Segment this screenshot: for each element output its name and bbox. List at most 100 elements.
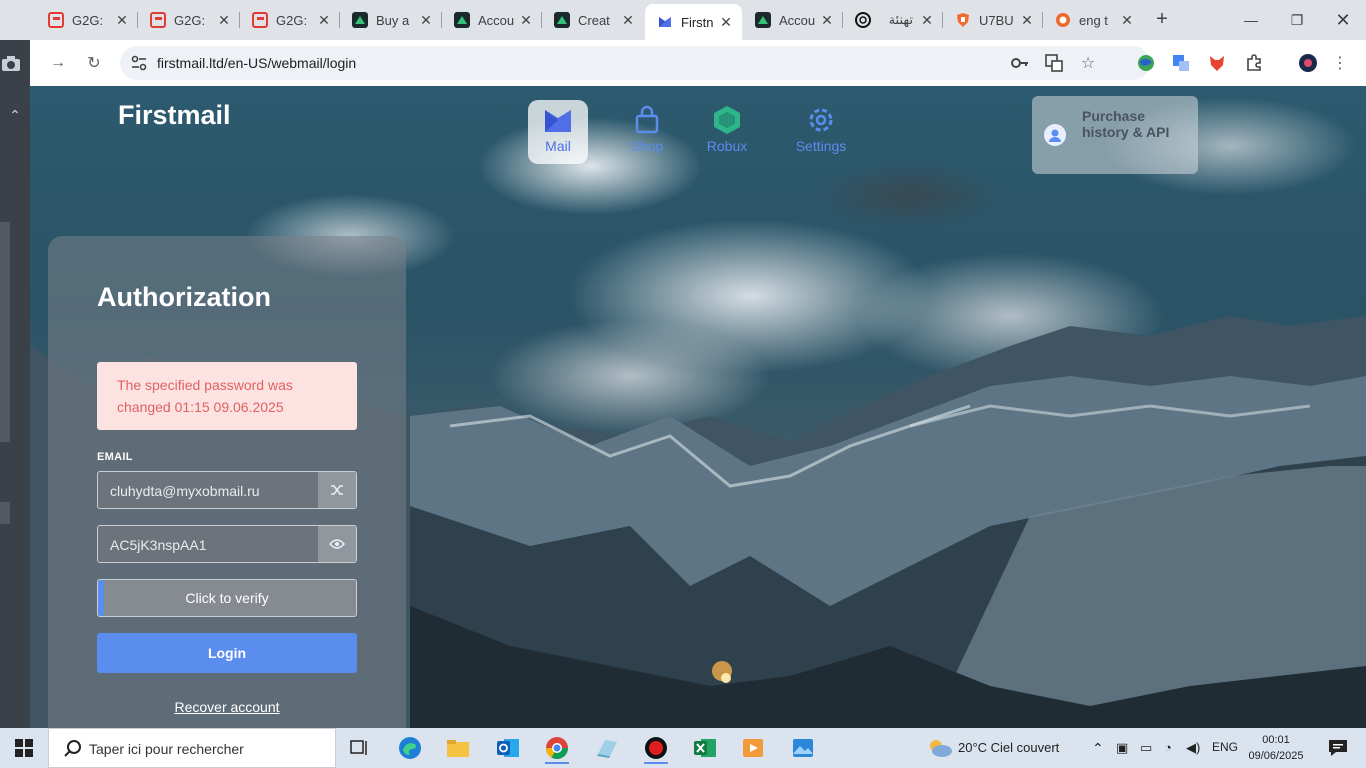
camera-icon <box>0 52 22 74</box>
translate-icon[interactable] <box>1044 53 1064 73</box>
tab-title: G2G: <box>174 12 206 28</box>
background-window-edge: ⌃ <box>0 40 30 728</box>
shield-icon <box>955 12 971 28</box>
nav-robux[interactable]: Robux <box>697 100 757 164</box>
nav-settings-label: Settings <box>795 138 847 154</box>
close-window-button[interactable]: ✕ <box>1320 0 1366 40</box>
eye-icon[interactable] <box>318 526 356 562</box>
clock-date: 09/06/2025 <box>1248 750 1304 762</box>
edge-icon[interactable] <box>390 732 430 764</box>
browser-tab[interactable]: G2G: ✕ <box>138 0 240 40</box>
purchase-history-button[interactable]: Purchase history & API <box>1032 96 1198 174</box>
browser-tab[interactable]: Accou ✕ <box>743 0 843 40</box>
browser-tab-strip: G2G: ✕ G2G: ✕ G2G: ✕ Buy a ✕ Accou ✕ Cre… <box>0 0 1366 40</box>
menu-icon[interactable]: ⋮ <box>1330 53 1350 73</box>
settings-icon <box>809 108 833 132</box>
video-player-icon[interactable] <box>733 732 773 764</box>
new-tab-button[interactable]: + <box>1150 8 1174 32</box>
email-value: cluhydta@myxobmail.ru <box>110 483 260 499</box>
nav-settings[interactable]: Settings <box>791 100 851 164</box>
firstmail-page: Firstmail Mail Shop Robux Settings Purch… <box>30 86 1366 728</box>
windows-start-button[interactable] <box>0 728 48 768</box>
email-label: EMAIL <box>97 451 133 463</box>
excel-icon[interactable] <box>685 732 725 764</box>
reload-icon[interactable]: ↻ <box>84 53 104 73</box>
minimize-button[interactable]: — <box>1228 0 1274 40</box>
close-icon[interactable]: ✕ <box>919 12 935 28</box>
screen-recorder-icon[interactable] <box>636 732 676 764</box>
file-explorer-icon[interactable] <box>438 732 478 764</box>
login-button[interactable]: Login <box>97 633 357 673</box>
browser-tab[interactable]: Accou ✕ <box>442 0 542 40</box>
close-icon[interactable]: ✕ <box>1119 12 1135 28</box>
browser-tab[interactable]: eng t ✕ <box>1043 0 1143 40</box>
outlook-icon[interactable] <box>488 732 528 764</box>
close-icon[interactable]: ✕ <box>620 12 636 28</box>
g2g-icon <box>252 12 268 28</box>
profile-icon[interactable] <box>1298 53 1318 73</box>
site-logo[interactable]: Firstmail <box>118 100 231 131</box>
purchase-history-label: Purchase history & API <box>1082 108 1170 140</box>
weather-text[interactable]: 20°C Ciel couvert <box>958 740 1059 755</box>
browser-tab[interactable]: Creat ✕ <box>542 0 644 40</box>
browser-tab[interactable]: Buy a ✕ <box>340 0 442 40</box>
nav-shop[interactable]: Shop <box>617 100 677 164</box>
close-icon[interactable]: ✕ <box>316 12 332 28</box>
chevron-up-icon[interactable]: ⌃ <box>1092 740 1104 757</box>
windows-taskbar: Taper ici pour rechercher 20°C Ciel couv… <box>0 728 1366 768</box>
url-text: firstmail.ltd/en-US/webmail/login <box>157 55 357 71</box>
taskbar-search-input[interactable]: Taper ici pour rechercher <box>48 728 336 768</box>
user-icon <box>1044 124 1066 146</box>
close-icon[interactable]: ✕ <box>718 14 734 30</box>
verify-button[interactable]: Click to verify <box>97 579 357 617</box>
forward-icon[interactable]: → <box>48 53 68 73</box>
browser-tab[interactable]: G2G: ✕ <box>36 0 138 40</box>
battery-icon[interactable]: ▭ <box>1140 740 1152 756</box>
notifications-icon[interactable] <box>1318 732 1358 764</box>
firstmail-icon <box>657 14 673 30</box>
browser-tab[interactable]: G2G: ✕ <box>240 0 340 40</box>
task-view-icon[interactable] <box>340 732 380 764</box>
extensions-icon[interactable] <box>1244 53 1264 73</box>
game-icon <box>454 12 470 28</box>
extension-globe-icon[interactable] <box>1136 53 1156 73</box>
email-field[interactable]: cluhydta@myxobmail.ru <box>97 471 357 509</box>
game-icon <box>554 12 570 28</box>
tab-title: U7BU <box>979 12 1014 28</box>
mail-icon <box>545 110 571 132</box>
close-icon[interactable]: ✕ <box>114 12 130 28</box>
system-clock[interactable]: 00:01 09/06/2025 <box>1246 732 1306 764</box>
maximize-button[interactable]: ❐ <box>1274 0 1320 40</box>
site-settings-icon[interactable] <box>130 54 148 72</box>
close-icon[interactable]: ✕ <box>1019 12 1035 28</box>
chrome-icon[interactable] <box>537 732 577 764</box>
meet-icon[interactable]: ▣ <box>1116 740 1128 756</box>
password-field[interactable]: AC5jK3nspAA1 <box>97 525 357 563</box>
shuffle-icon[interactable] <box>318 472 356 508</box>
close-icon[interactable]: ✕ <box>418 12 434 28</box>
nav-robux-label: Robux <box>706 138 748 154</box>
browser-tab[interactable]: تهنئة ✕ <box>843 0 943 40</box>
browser-tab-active[interactable]: Firstn ✕ <box>645 4 742 40</box>
key-icon[interactable] <box>1010 53 1030 73</box>
photos-icon[interactable] <box>783 732 823 764</box>
volume-icon[interactable]: ◀) <box>1186 740 1200 756</box>
tab-title: G2G: <box>276 12 308 28</box>
recover-account-link[interactable]: Recover account <box>97 699 357 715</box>
close-icon[interactable]: ✕ <box>216 12 232 28</box>
extension-translate-icon[interactable] <box>1171 53 1191 73</box>
notes-app-icon[interactable] <box>587 732 627 764</box>
tab-title: Accou <box>779 12 816 28</box>
address-bar[interactable]: firstmail.ltd/en-US/webmail/login ☆ <box>120 46 1150 80</box>
language-indicator[interactable]: ENG <box>1212 740 1238 754</box>
weather-icon[interactable] <box>920 732 960 764</box>
record-icon <box>1055 12 1071 28</box>
close-icon[interactable]: ✕ <box>819 12 835 28</box>
close-icon[interactable]: ✕ <box>518 12 534 28</box>
nav-mail[interactable]: Mail <box>528 100 588 164</box>
extension-fox-icon[interactable] <box>1207 53 1227 73</box>
chevron-up-icon: ⌃ <box>9 107 21 123</box>
star-icon[interactable]: ☆ <box>1078 53 1098 73</box>
browser-tab[interactable]: U7BU ✕ <box>943 0 1043 40</box>
wifi-icon[interactable]: ◔ <box>1164 740 1172 755</box>
